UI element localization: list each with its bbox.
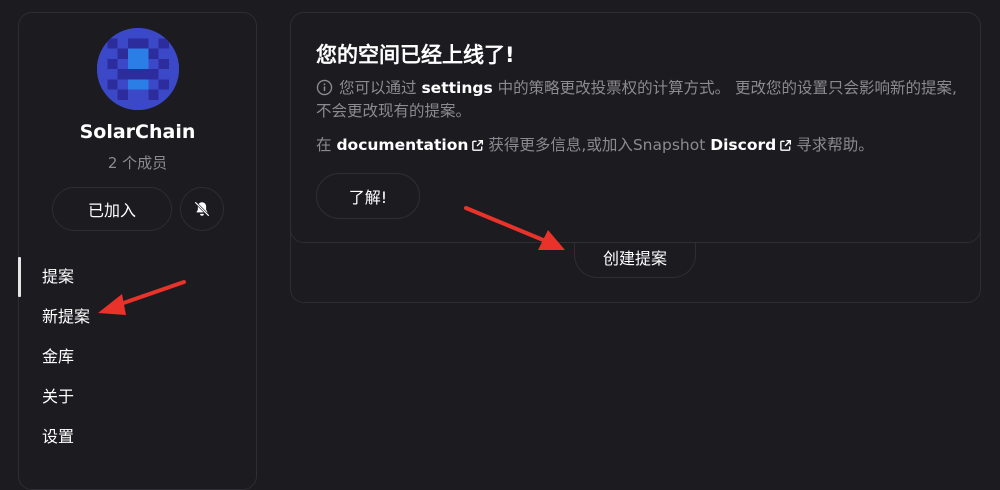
nav-item-new-proposal[interactable]: 新提案: [19, 297, 256, 337]
info-icon: [316, 79, 333, 96]
documentation-link[interactable]: documentation: [336, 136, 468, 154]
discord-link[interactable]: Discord: [710, 136, 776, 154]
space-sidebar: SolarChain 2 个成员 已加入 提案 新提案 金库 关于 设置: [18, 12, 257, 490]
nav-item-proposals[interactable]: 提案: [18, 257, 256, 297]
external-link-icon[interactable]: [779, 139, 792, 152]
help-suffix: 寻求帮助。: [796, 136, 874, 154]
nav-item-settings[interactable]: 设置: [19, 417, 256, 457]
notice-help: 在 documentation 获得更多信息,或加入Snapshot Disco…: [316, 134, 966, 157]
got-it-button[interactable]: 了解!: [316, 173, 420, 219]
joined-button[interactable]: 已加入: [52, 187, 172, 231]
space-nav: 提案 新提案 金库 关于 设置: [18, 257, 256, 457]
notice-title: 您的空间已经上线了!: [316, 43, 515, 67]
notice-text: 您可以通过 settings 中的策略更改投票权的计算方式。 更改您的设置只会影…: [316, 77, 966, 123]
space-live-notice: 您的空间已经上线了! 您可以通过 settings 中的策略更改投票权的计算方式…: [290, 12, 981, 243]
nav-item-about[interactable]: 关于: [19, 377, 256, 417]
notification-toggle-button[interactable]: [180, 187, 224, 231]
avatar-identicon: [97, 28, 179, 110]
help-prefix: 在: [316, 136, 332, 154]
space-avatar[interactable]: [97, 28, 179, 110]
notice-text-part1: 您可以通过: [339, 79, 417, 97]
member-count[interactable]: 2 个成员: [19, 152, 256, 173]
help-middle: 获得更多信息,或加入Snapshot: [488, 136, 706, 154]
settings-link[interactable]: settings: [421, 79, 492, 97]
bell-off-icon: [194, 201, 210, 217]
external-link-icon[interactable]: [471, 139, 484, 152]
space-name: SolarChain: [79, 121, 196, 143]
nav-item-treasury[interactable]: 金库: [19, 337, 256, 377]
